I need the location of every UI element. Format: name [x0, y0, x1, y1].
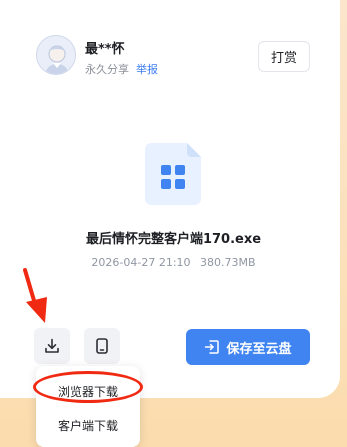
annotation-arrow — [21, 268, 51, 328]
share-card: 最**怀 永久分享 举报 打赏 最后情怀完整客户端170.exe 2026-04… — [0, 0, 340, 398]
avatar — [36, 35, 76, 75]
username: 最**怀 — [85, 42, 125, 57]
phone-icon — [96, 338, 108, 354]
save-to-cloud-label: 保存至云盘 — [226, 341, 292, 357]
download-icon — [45, 338, 59, 353]
file-size: 380.73MB — [200, 256, 256, 269]
file-name: 最后情怀完整客户端170.exe — [85, 232, 262, 247]
download-button[interactable] — [34, 328, 70, 364]
cloud-save-icon — [205, 340, 220, 354]
app-file-icon — [145, 143, 201, 205]
file-meta: 2026-04-27 21:10 380.73MB — [0, 256, 347, 269]
tip-button[interactable]: 打赏 — [258, 41, 310, 72]
menu-item-client-download[interactable]: 客户端下载 — [36, 417, 140, 434]
client-open-button[interactable] — [84, 328, 120, 364]
share-type-label: 永久分享 — [85, 63, 129, 76]
menu-item-browser-download[interactable]: 浏览器下载 — [36, 383, 140, 400]
save-to-cloud-button[interactable]: 保存至云盘 — [186, 329, 310, 365]
download-dropdown: 浏览器下载 客户端下载 — [36, 366, 140, 447]
report-link[interactable]: 举报 — [136, 61, 158, 77]
file-date: 2026-04-27 21:10 — [91, 256, 191, 269]
user-avatar-icon — [37, 36, 75, 74]
